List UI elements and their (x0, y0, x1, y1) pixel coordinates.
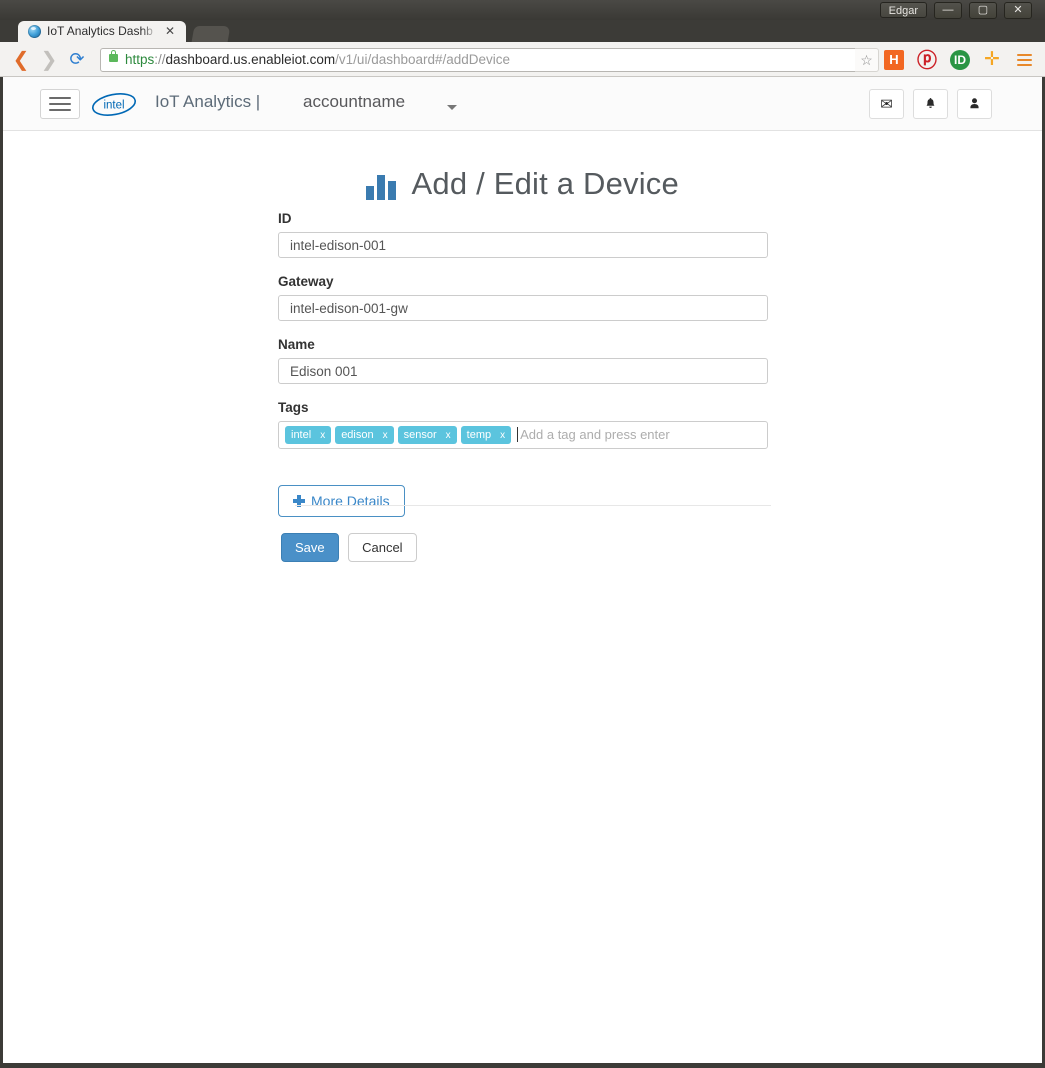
account-name[interactable]: accountname (303, 92, 405, 112)
bar-chart-icon (366, 170, 398, 200)
tag-remove-icon[interactable]: x (446, 430, 451, 441)
page-title: Add / Edit a Device (411, 165, 679, 201)
label-name: Name (278, 337, 315, 352)
tag-chip[interactable]: intel x (285, 426, 332, 444)
tag-remove-icon[interactable]: x (320, 430, 325, 441)
browser-tabstrip: IoT Analytics Dashb ✕ (0, 20, 1045, 42)
back-icon[interactable]: ❮ (10, 49, 32, 71)
browser-tab[interactable]: IoT Analytics Dashb ✕ (18, 21, 186, 42)
tag-chip[interactable]: temp x (460, 426, 512, 444)
app-navbar: intel IoT Analytics | accountname ✉ (3, 77, 1042, 131)
save-button[interactable]: Save (281, 533, 339, 562)
lock-icon (109, 50, 118, 62)
more-details-button[interactable]: More Details (278, 485, 405, 517)
tag-label: temp (466, 429, 492, 441)
name-input[interactable] (278, 358, 768, 384)
browser-window: Edgar — ▢ ✕ IoT Analytics Dashb ✕ ❮ ❯ ⟳ … (0, 0, 1045, 1068)
menu-toggle-button[interactable] (40, 89, 80, 119)
intel-logo-icon: intel (91, 92, 137, 117)
field-gateway: Gateway (278, 274, 770, 321)
url-host: dashboard.us.enableiot.com (165, 52, 336, 67)
bookmark-star-icon[interactable]: ☆ (855, 48, 879, 72)
browser-menu-icon[interactable] (1014, 50, 1034, 70)
favicon-icon (28, 25, 41, 38)
tag-placeholder: Add a tag and press enter (520, 427, 670, 442)
pinterest-extension-icon[interactable]: ⓟ (917, 50, 937, 70)
app-brand-title: IoT Analytics | (155, 92, 261, 111)
mail-icon[interactable]: ✉ (869, 89, 904, 119)
device-form: ID Gateway Name Tags intelx edisonx (278, 211, 771, 562)
add-extension-icon[interactable]: ✛ (982, 50, 1002, 70)
label-gateway: Gateway (278, 274, 334, 289)
label-tags: Tags (278, 400, 309, 415)
svg-text:intel: intel (103, 100, 124, 112)
tag-chip[interactable]: edison x (335, 426, 394, 444)
label-id: ID (278, 211, 292, 226)
lastpass-extension-icon[interactable]: ID (950, 50, 970, 70)
url-path: /v1/ui/dashboard#/addDevice (335, 52, 511, 67)
hootsuite-extension-icon[interactable]: H (884, 50, 904, 70)
new-tab-button[interactable] (191, 26, 231, 42)
window-close-button[interactable]: ✕ (1004, 2, 1032, 19)
tab-close-icon[interactable]: ✕ (163, 24, 177, 38)
id-input[interactable] (278, 232, 768, 258)
reload-icon[interactable]: ⟳ (66, 49, 88, 71)
window-maximize-button[interactable]: ▢ (969, 2, 997, 19)
tag-chip[interactable]: sensor x (397, 426, 457, 444)
address-bar[interactable]: https://dashboard.us.enableiot.com/v1/ui… (100, 48, 878, 72)
form-actions: Save Cancel (281, 533, 417, 562)
tag-remove-icon[interactable]: x (500, 430, 505, 441)
bell-icon[interactable] (913, 89, 948, 119)
page-viewport: intel IoT Analytics | accountname ✉ Add … (3, 77, 1042, 1063)
tag-entry[interactable]: Add a tag and press enter (517, 422, 670, 448)
text-cursor (517, 427, 519, 442)
user-icon[interactable] (957, 89, 992, 119)
field-name: Name (278, 337, 770, 384)
url-scheme: https (125, 52, 155, 67)
tag-label: intel (291, 429, 312, 441)
tag-label: sensor (403, 429, 437, 441)
tab-title: IoT Analytics Dashb (47, 24, 153, 38)
tag-remove-icon[interactable]: x (383, 430, 388, 441)
window-user-button[interactable]: Edgar (879, 2, 927, 18)
url-separator: :// (154, 52, 166, 67)
cancel-button[interactable]: Cancel (348, 533, 417, 562)
window-minimize-button[interactable]: — (934, 2, 962, 19)
forward-icon[interactable]: ❯ (38, 49, 60, 71)
gateway-input[interactable] (278, 295, 768, 321)
window-titlebar: Edgar — ▢ ✕ (0, 0, 1045, 21)
more-details-label: More Details (311, 493, 390, 509)
field-tags: Tags intel x edison x sensor x temp x Add a … (278, 400, 770, 449)
tags-input[interactable]: intel x edison x sensor x temp x Add a tag a… (278, 421, 768, 449)
field-id: ID (278, 211, 770, 258)
address-bar-url: https://dashboard.us.enableiot.com/v1/ui… (125, 52, 510, 67)
chevron-down-icon[interactable] (447, 105, 457, 110)
tag-label: edison (341, 429, 374, 441)
browser-toolbar: ❮ ❯ ⟳ https://dashboard.us.enableiot.com… (0, 42, 1045, 77)
form-divider (295, 505, 771, 506)
